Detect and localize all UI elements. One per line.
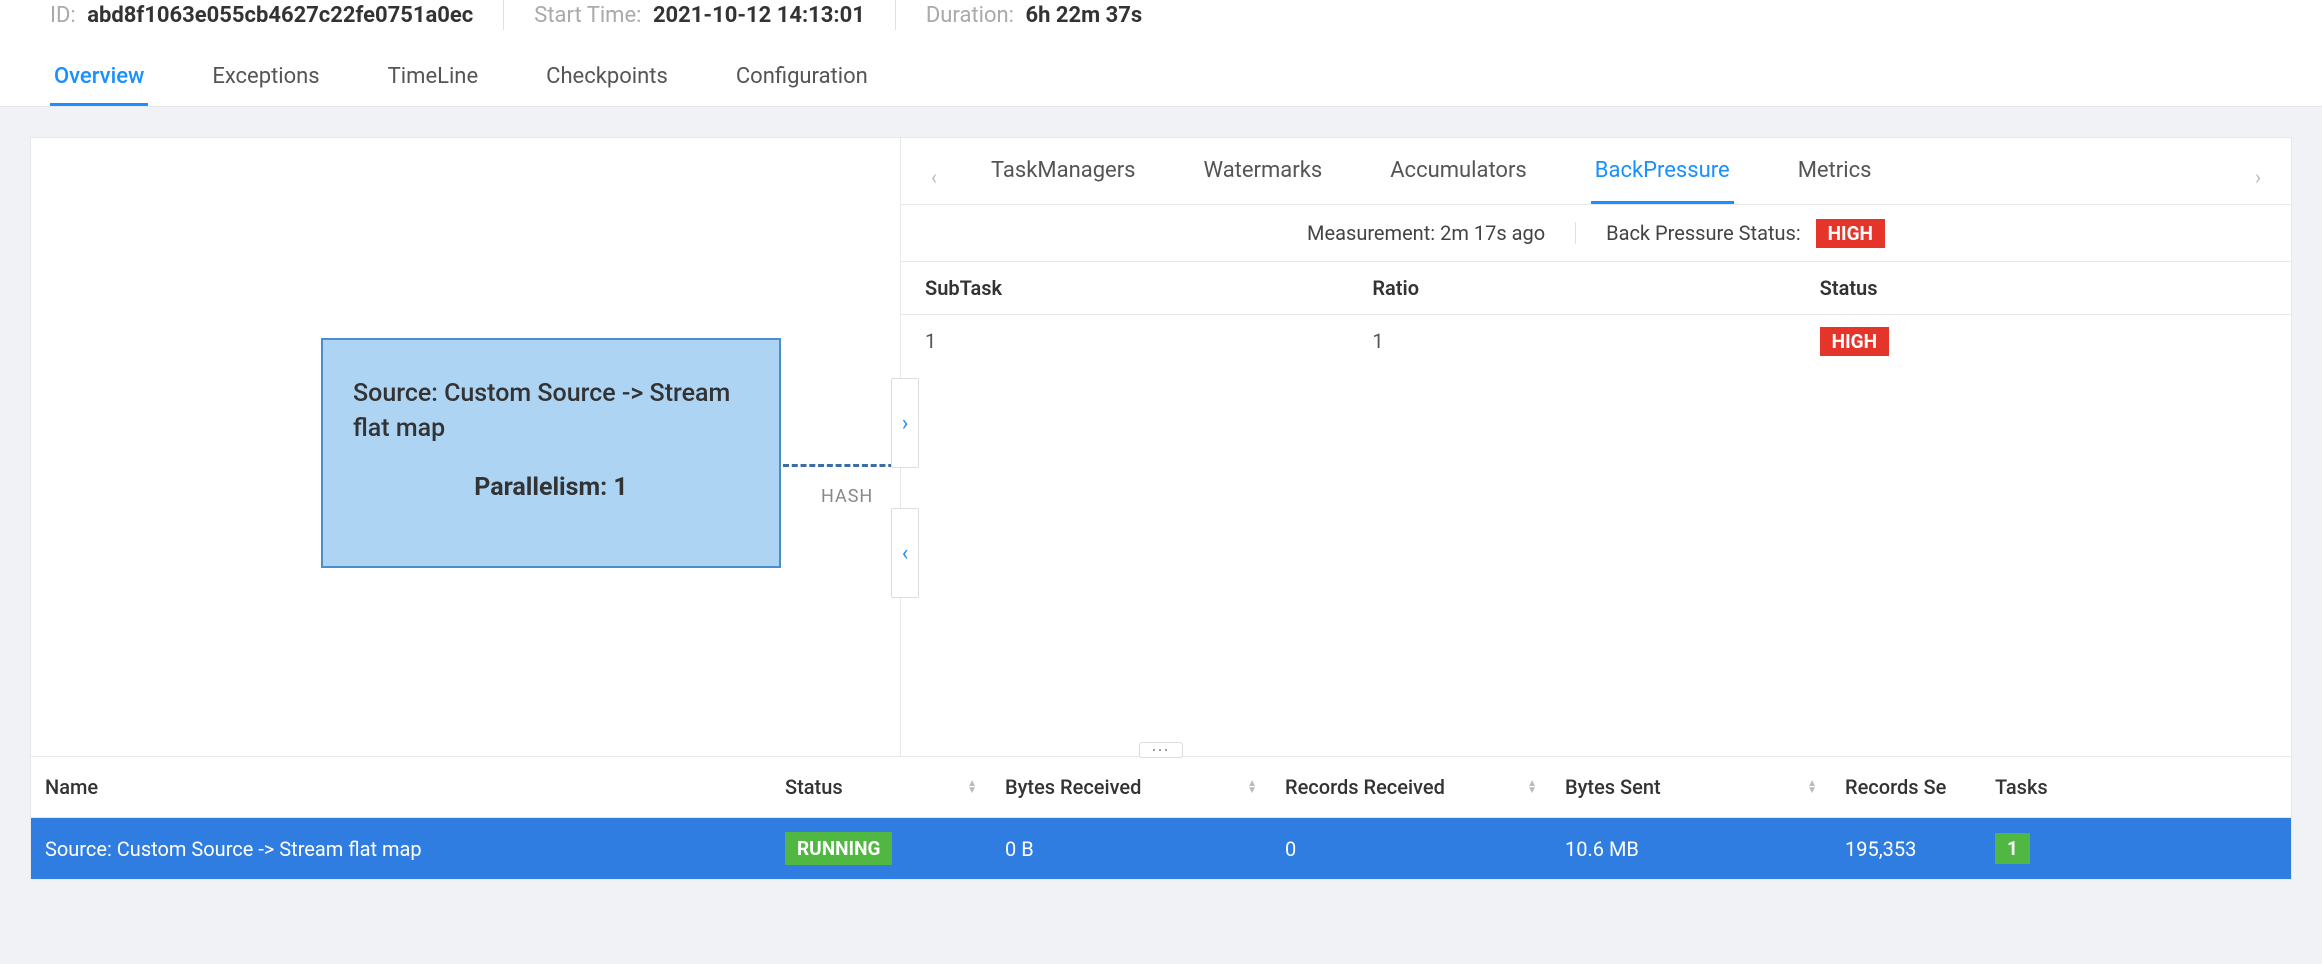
col-bytes-received[interactable]: Bytes Received ▲▼ (991, 757, 1271, 817)
col-records-sent[interactable]: Records Se (1831, 757, 1981, 817)
node-parallelism: Parallelism: 1 (353, 470, 749, 505)
cell-ratio: 1 (1372, 329, 1819, 353)
job-header: ID: abd8f1063e055cb4627c22fe0751a0ec Sta… (0, 0, 2322, 107)
cell-subtask: 1 (925, 329, 1372, 353)
chevron-right-icon: › (902, 411, 909, 436)
main-panel: Source: Custom Source -> Stream flat map… (30, 137, 2292, 757)
graph-node-source[interactable]: Source: Custom Source -> Stream flat map… (321, 338, 781, 568)
job-graph[interactable]: Source: Custom Source -> Stream flat map… (31, 138, 900, 756)
status-badge: RUNNING (785, 832, 892, 865)
sub-tabs-row: ‹ TaskManagers Watermarks Accumulators B… (901, 138, 2291, 205)
measurement-label: Measurement: (1307, 221, 1435, 245)
cell-bytes-received: 0 B (991, 818, 1271, 879)
cell-status: HIGH (1820, 329, 2267, 353)
tabs-scroll-right-button[interactable]: › (2245, 165, 2271, 189)
duration-value: 6h 22m 37s (1025, 3, 1142, 28)
col-status: Status (1820, 276, 2267, 300)
backpressure-table: SubTask Ratio Status 1 1 HIGH (901, 262, 2291, 756)
col-status[interactable]: Status ▲▼ (771, 757, 991, 817)
backpressure-info: Measurement: 2m 17s ago Back Pressure St… (901, 205, 2291, 262)
bp-table-header: SubTask Ratio Status (901, 262, 2291, 315)
col-records-received[interactable]: Records Received ▲▼ (1271, 757, 1551, 817)
tabs-scroll-left-button[interactable]: ‹ (921, 165, 947, 189)
subtab-backpressure[interactable]: BackPressure (1591, 150, 1734, 204)
subtab-metrics[interactable]: Metrics (1794, 150, 1876, 204)
job-id: ID: abd8f1063e055cb4627c22fe0751a0ec (50, 3, 473, 28)
col-records-sent-label: Records Se (1845, 775, 1946, 799)
col-name[interactable]: Name (31, 757, 771, 817)
edge-label: HASH (821, 486, 873, 507)
measurement-value: 2m 17s ago (1440, 221, 1545, 245)
bp-table-row[interactable]: 1 1 HIGH (901, 315, 2291, 367)
col-tasks[interactable]: Tasks (1981, 757, 2101, 817)
job-id-label: ID: (50, 3, 76, 28)
tab-exceptions[interactable]: Exceptions (208, 50, 323, 106)
content: Source: Custom Source -> Stream flat map… (0, 107, 2322, 880)
duration: Duration: 6h 22m 37s (926, 3, 1142, 28)
cell-tasks: 1 (1981, 818, 2101, 879)
sort-icon: ▲▼ (1527, 780, 1537, 794)
sort-icon: ▲▼ (1247, 780, 1257, 794)
node-title: Source: Custom Source -> Stream flat map (353, 376, 749, 446)
graph-edge (783, 464, 903, 467)
job-meta-row: ID: abd8f1063e055cb4627c22fe0751a0ec Sta… (30, 0, 2292, 40)
detail-panel: ‹ TaskManagers Watermarks Accumulators B… (901, 138, 2291, 756)
tab-checkpoints[interactable]: Checkpoints (542, 50, 672, 106)
tab-timeline[interactable]: TimeLine (384, 50, 482, 106)
col-subtask: SubTask (925, 276, 1372, 300)
main-tabs: Overview Exceptions TimeLine Checkpoints… (30, 40, 2292, 106)
col-bytes-sent-label: Bytes Sent (1565, 775, 1661, 799)
duration-label: Duration: (926, 3, 1014, 28)
cell-records-received: 0 (1271, 818, 1551, 879)
expand-right-button[interactable]: › (891, 378, 919, 468)
sub-tabs: TaskManagers Watermarks Accumulators Bac… (987, 150, 1875, 204)
vertical-splitter[interactable]: ⋯ (1139, 742, 1183, 758)
col-status-label: Status (785, 775, 843, 799)
sort-icon: ▲▼ (1807, 780, 1817, 794)
start-time: Start Time: 2021-10-12 14:13:01 (534, 3, 865, 28)
measurement: Measurement: 2m 17s ago (1307, 221, 1545, 245)
table-row[interactable]: Source: Custom Source -> Stream flat map… (31, 818, 2291, 879)
ellipsis-icon: ⋯ (1151, 740, 1171, 761)
collapse-right-button[interactable]: ‹ (891, 508, 919, 598)
divider (1575, 222, 1576, 244)
sort-icon: ▲▼ (967, 780, 977, 794)
subtab-taskmanagers[interactable]: TaskManagers (987, 150, 1140, 204)
job-id-value: abd8f1063e055cb4627c22fe0751a0ec (87, 3, 473, 28)
col-bytes-received-label: Bytes Received (1005, 775, 1141, 799)
cell-bytes-sent: 10.6 MB (1551, 818, 1831, 879)
col-tasks-label: Tasks (1995, 775, 2048, 799)
cell-records-sent: 195,353 (1831, 818, 1981, 879)
col-bytes-sent[interactable]: Bytes Sent ▲▼ (1551, 757, 1831, 817)
bp-status-badge: HIGH (1816, 219, 1885, 248)
cell-status: RUNNING (771, 818, 991, 879)
col-name-label: Name (45, 775, 98, 799)
tab-overview[interactable]: Overview (50, 50, 148, 106)
cell-name: Source: Custom Source -> Stream flat map (31, 818, 771, 879)
chevron-left-icon: ‹ (902, 541, 909, 566)
operators-table-header: Name Status ▲▼ Bytes Received ▲▼ Records… (31, 757, 2291, 818)
row-status-badge: HIGH (1820, 327, 1889, 356)
bp-status: Back Pressure Status: HIGH (1606, 221, 1885, 245)
divider (895, 0, 896, 30)
start-time-value: 2021-10-12 14:13:01 (653, 3, 865, 28)
col-records-received-label: Records Received (1285, 775, 1445, 799)
operators-table: Name Status ▲▼ Bytes Received ▲▼ Records… (30, 757, 2292, 880)
tasks-badge: 1 (1995, 833, 2030, 864)
graph-panel: Source: Custom Source -> Stream flat map… (31, 138, 901, 756)
tab-configuration[interactable]: Configuration (732, 50, 872, 106)
subtab-accumulators[interactable]: Accumulators (1386, 150, 1531, 204)
subtab-watermarks[interactable]: Watermarks (1200, 150, 1327, 204)
bp-status-label: Back Pressure Status: (1606, 221, 1801, 245)
panel-resize-controls: › ‹ (891, 378, 919, 598)
col-ratio: Ratio (1372, 276, 1819, 300)
start-time-label: Start Time: (534, 3, 641, 28)
divider (503, 0, 504, 30)
